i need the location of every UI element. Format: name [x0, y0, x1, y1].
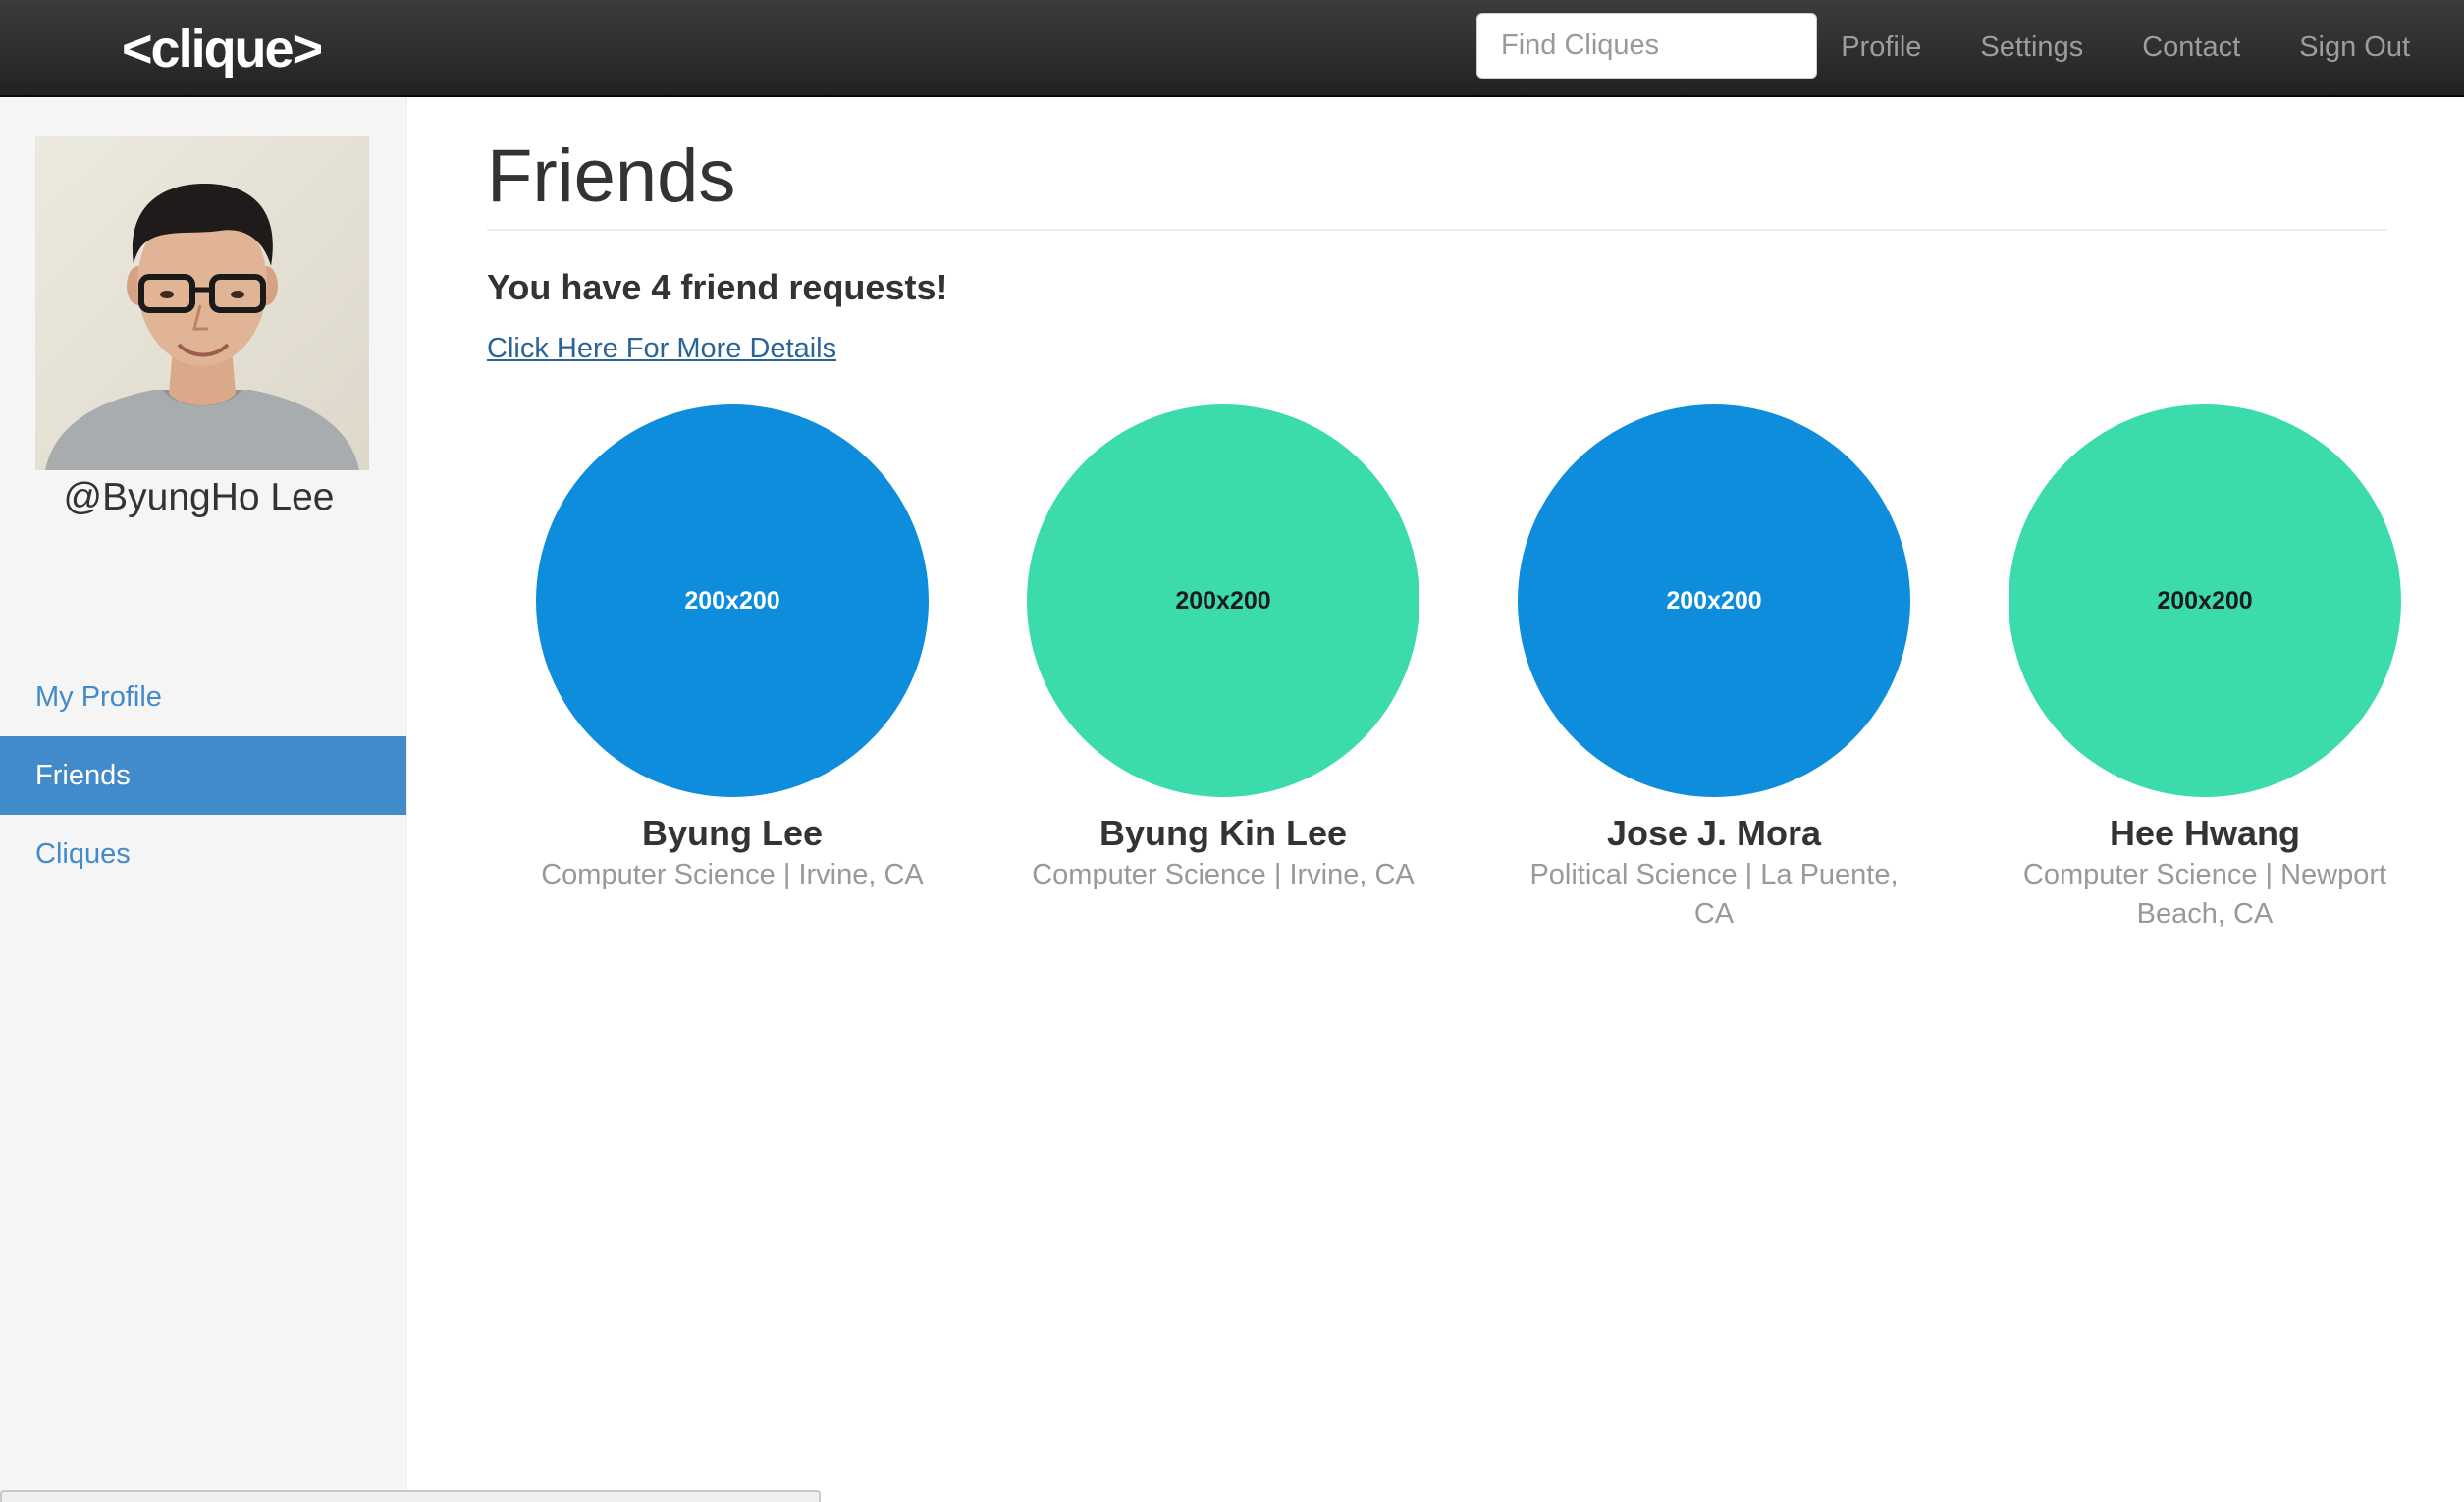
- friend-name[interactable]: Byung Lee: [487, 812, 978, 855]
- find-cliques-search-input[interactable]: [1476, 13, 1817, 79]
- friend-name[interactable]: Hee Hwang: [1959, 812, 2450, 855]
- friend-card: 200x200 Byung Kin Lee Computer Science |…: [978, 404, 1469, 894]
- avatar-placeholder-label: 200x200: [2157, 586, 2253, 615]
- nav-sign-out-link[interactable]: Sign Out: [2270, 0, 2464, 94]
- friend-avatar-placeholder[interactable]: 200x200: [1027, 404, 1419, 797]
- friend-info: Computer Science | Newport Beach, CA: [2022, 859, 2387, 930]
- sidebar-nav: My Profile Friends Cliques: [0, 658, 406, 893]
- friends-grid: 200x200 Byung Lee Computer Science | Irv…: [487, 404, 2450, 954]
- brand-logo[interactable]: <clique>: [122, 18, 323, 80]
- friend-info: Computer Science | Irvine, CA: [1032, 859, 1415, 890]
- avatar-placeholder-label: 200x200: [1666, 586, 1762, 615]
- sidebar-item-my-profile[interactable]: My Profile: [0, 658, 406, 736]
- friend-requests-details-link[interactable]: Click Here For More Details: [487, 329, 836, 368]
- avatar-placeholder-label: 200x200: [684, 586, 780, 615]
- friend-card: 200x200 Jose J. Mora Political Science |…: [1469, 404, 1959, 934]
- friend-avatar-placeholder[interactable]: 200x200: [1518, 404, 1910, 797]
- friend-info: Computer Science | Irvine, CA: [541, 859, 924, 890]
- friend-name[interactable]: Jose J. Mora: [1469, 812, 1959, 855]
- title-divider: [487, 229, 2387, 231]
- sidebar-item-cliques[interactable]: Cliques: [0, 815, 406, 893]
- sidebar: @ByungHo Lee My Profile Friends Cliques: [0, 97, 407, 1500]
- sidebar-item-friends[interactable]: Friends: [0, 736, 406, 815]
- browser-status-bar: [0, 1490, 821, 1502]
- top-navbar: <clique> Profile Settings Contact Sign O…: [0, 0, 2464, 97]
- nav-settings-link[interactable]: Settings: [1951, 0, 2113, 94]
- page-title: Friends: [487, 134, 736, 218]
- nav-links: Profile Settings Contact Sign Out: [1811, 0, 2464, 94]
- nav-contact-link[interactable]: Contact: [2113, 0, 2270, 94]
- friend-card: 200x200 Byung Lee Computer Science | Irv…: [487, 404, 978, 894]
- avatar-placeholder-label: 200x200: [1175, 586, 1271, 615]
- friend-requests-heading: You have 4 friend requests!: [487, 267, 948, 307]
- friend-name[interactable]: Byung Kin Lee: [978, 812, 1469, 855]
- friend-avatar-placeholder[interactable]: 200x200: [2009, 404, 2401, 797]
- profile-photo-avatar[interactable]: [35, 136, 369, 470]
- friend-card: 200x200 Hee Hwang Computer Science | New…: [1959, 404, 2450, 934]
- friend-avatar-placeholder[interactable]: 200x200: [536, 404, 929, 797]
- nav-profile-link[interactable]: Profile: [1811, 0, 1951, 94]
- profile-username: @ByungHo Lee: [63, 476, 335, 518]
- profile-photo-image: [35, 136, 369, 470]
- friend-info: Political Science | La Puente, CA: [1529, 859, 1899, 930]
